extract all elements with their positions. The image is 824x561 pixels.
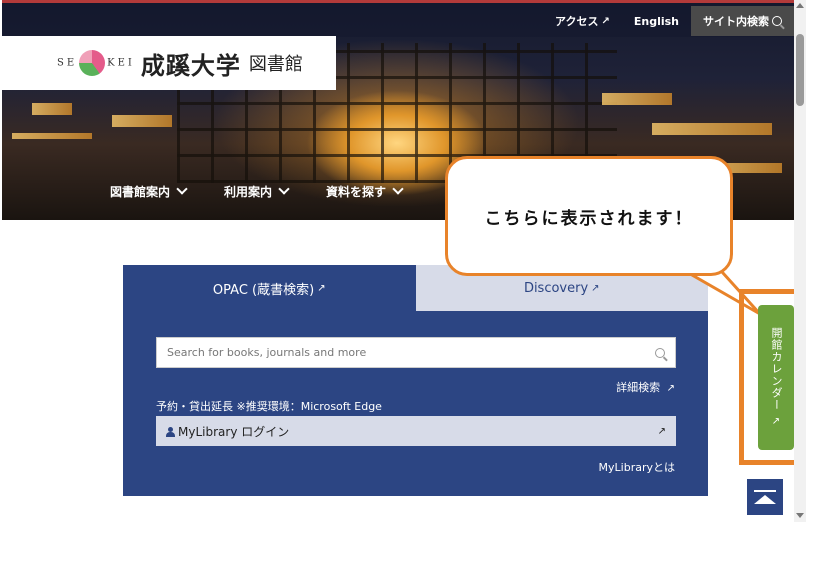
nav-item-find-materials[interactable]: 資料を探す: [326, 183, 404, 200]
opening-calendar-button[interactable]: 開館カレンダー ↗: [758, 305, 794, 450]
advanced-search-link[interactable]: 詳細検索 ↗: [616, 379, 675, 395]
search-icon[interactable]: [655, 347, 665, 358]
external-link-icon: ↗: [666, 383, 675, 394]
access-link[interactable]: アクセス ↗: [543, 6, 622, 36]
back-to-top-button[interactable]: [747, 479, 783, 515]
scrollbar-thumb[interactable]: [796, 34, 804, 106]
chevron-down-icon: [278, 183, 290, 195]
search-icon: [772, 16, 782, 26]
library-name: 図書館: [248, 54, 303, 75]
seikei-logo-mark: SE KEI: [57, 50, 135, 76]
external-link-icon: ↗: [601, 15, 610, 27]
browser-viewport: アクセス ↗ English サイト内検索 SE KEI 成蹊大学 図書館 図書館…: [2, 0, 794, 522]
reservation-notice: 予約・貸出延長 ※推奨環境：Microsoft Edge: [156, 400, 382, 413]
opac-search-input[interactable]: Search for books, journals and more: [156, 337, 676, 368]
nav-item-usage-guide[interactable]: 利用案内: [224, 183, 290, 200]
site-search-button[interactable]: サイト内検索: [691, 6, 794, 36]
arrow-up-icon: [754, 495, 776, 504]
vertical-scrollbar[interactable]: [794, 0, 806, 522]
mylibrary-about-link[interactable]: MyLibraryとは: [599, 459, 675, 475]
english-link[interactable]: English: [622, 6, 691, 36]
seikei-emblem-icon: [79, 50, 106, 76]
utility-nav: アクセス ↗ English サイト内検索: [543, 6, 794, 36]
search-panel: OPAC (蔵書検索) ↗ Discovery ↗ Search for boo…: [123, 265, 708, 496]
callout-annotation: こちらに表示されます！: [445, 156, 733, 276]
external-link-icon: ↗: [317, 282, 326, 294]
chevron-down-icon: [392, 183, 404, 195]
chevron-down-icon: [176, 183, 188, 195]
external-link-icon: ↗: [591, 282, 600, 294]
tab-opac[interactable]: OPAC (蔵書検索) ↗: [123, 265, 416, 311]
external-link-icon: ↗: [771, 415, 781, 427]
external-link-icon: ↗: [657, 425, 666, 437]
scroll-up-icon[interactable]: [796, 3, 804, 8]
nav-item-library-guide[interactable]: 図書館案内: [110, 183, 188, 200]
university-name: 成蹊大学: [140, 51, 241, 80]
library-logo[interactable]: SE KEI 成蹊大学 図書館: [2, 36, 336, 90]
mylibrary-login-button[interactable]: MyLibrary ログイン ↗: [156, 416, 676, 446]
scroll-down-icon[interactable]: [796, 513, 804, 518]
user-icon: [166, 426, 175, 437]
search-placeholder: Search for books, journals and more: [167, 346, 367, 359]
page: アクセス ↗ English サイト内検索 SE KEI 成蹊大学 図書館 図書館…: [0, 0, 824, 561]
